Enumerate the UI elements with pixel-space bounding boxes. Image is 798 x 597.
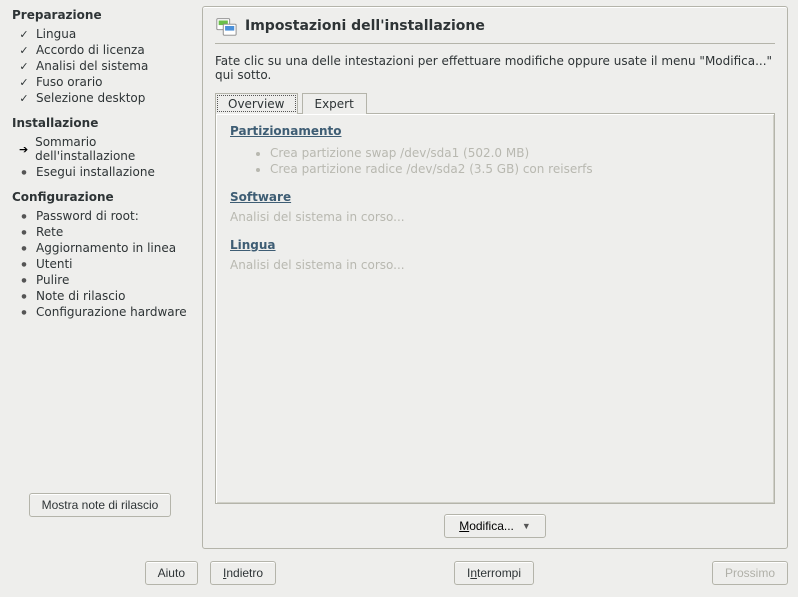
content-area: Impostazioni dell'installazione Fate cli… bbox=[198, 0, 798, 555]
chevron-down-icon: ▼ bbox=[522, 521, 531, 531]
release-notes-button[interactable]: Mostra note di rilascio bbox=[29, 493, 172, 517]
check-icon bbox=[18, 92, 30, 105]
bullet-icon bbox=[18, 166, 30, 179]
step-sommario-installazione: Sommario dell'installazione bbox=[12, 134, 188, 164]
step-configurazione-hardware: Configurazione hardware bbox=[12, 304, 188, 320]
partitioning-list: Crea partizione swap /dev/sda1 (502.0 MB… bbox=[230, 146, 760, 176]
partition-item: Crea partizione radice /dev/sda2 (3.5 GB… bbox=[270, 162, 760, 176]
language-status: Analisi del sistema in corso... bbox=[230, 258, 760, 272]
next-button[interactable]: Prossimo bbox=[712, 561, 788, 585]
panel-description: Fate clic su una delle intestazioni per … bbox=[215, 54, 775, 82]
check-icon bbox=[18, 28, 30, 41]
step-note-rilascio: Note di rilascio bbox=[12, 288, 188, 304]
check-icon bbox=[18, 60, 30, 73]
partition-item: Crea partizione swap /dev/sda1 (502.0 MB… bbox=[270, 146, 760, 160]
software-status: Analisi del sistema in corso... bbox=[230, 210, 760, 224]
partitioning-link[interactable]: Partizionamento bbox=[230, 124, 342, 138]
modify-dropdown-button[interactable]: Modifica... ▼ bbox=[444, 514, 546, 538]
step-rete: Rete bbox=[12, 224, 188, 240]
step-accordo-licenza: Accordo di licenza bbox=[12, 42, 188, 58]
step-lingua: Lingua bbox=[12, 26, 188, 42]
tab-overview[interactable]: Overview bbox=[215, 93, 298, 114]
tab-expert[interactable]: Expert bbox=[302, 93, 367, 114]
sidebar: Preparazione Lingua Accordo di licenza A… bbox=[0, 0, 198, 555]
step-pulire: Pulire bbox=[12, 272, 188, 288]
bullet-icon bbox=[18, 226, 30, 239]
software-link[interactable]: Software bbox=[230, 190, 291, 204]
step-esegui-installazione: Esegui installazione bbox=[12, 164, 188, 180]
sidebar-section-preparazione: Preparazione bbox=[12, 8, 188, 22]
bullet-icon bbox=[18, 274, 30, 287]
arrow-icon bbox=[18, 143, 29, 156]
step-utenti: Utenti bbox=[12, 256, 188, 272]
step-analisi-sistema: Analisi del sistema bbox=[12, 58, 188, 74]
bullet-icon bbox=[18, 210, 30, 223]
bullet-icon bbox=[18, 242, 30, 255]
bullet-icon bbox=[18, 306, 30, 319]
step-aggiornamento-linea: Aggiornamento in linea bbox=[12, 240, 188, 256]
sidebar-steps: Preparazione Lingua Accordo di licenza A… bbox=[12, 8, 188, 493]
installer-icon bbox=[215, 15, 237, 37]
settings-panel: Impostazioni dell'installazione Fate cli… bbox=[202, 6, 788, 549]
modify-label: odifica... bbox=[469, 519, 514, 533]
tab-content-overview: Partizionamento Crea partizione swap /de… bbox=[215, 113, 775, 504]
panel-title: Impostazioni dell'installazione bbox=[245, 18, 485, 34]
language-link[interactable]: Lingua bbox=[230, 238, 276, 252]
check-icon bbox=[18, 76, 30, 89]
tabs: Overview Expert bbox=[215, 92, 775, 113]
check-icon bbox=[18, 44, 30, 57]
footer: Aiuto Indietro Interrompi Prossimo bbox=[0, 555, 798, 597]
back-button[interactable]: Indietro bbox=[210, 561, 276, 585]
step-password-root: Password di root: bbox=[12, 208, 188, 224]
bullet-icon bbox=[18, 258, 30, 271]
step-selezione-desktop: Selezione desktop bbox=[12, 90, 188, 106]
step-fuso-orario: Fuso orario bbox=[12, 74, 188, 90]
abort-button[interactable]: Interrompi bbox=[454, 561, 534, 585]
sidebar-section-configurazione: Configurazione bbox=[12, 190, 188, 204]
bullet-icon bbox=[18, 290, 30, 303]
sidebar-section-installazione: Installazione bbox=[12, 116, 188, 130]
help-button[interactable]: Aiuto bbox=[145, 561, 198, 585]
